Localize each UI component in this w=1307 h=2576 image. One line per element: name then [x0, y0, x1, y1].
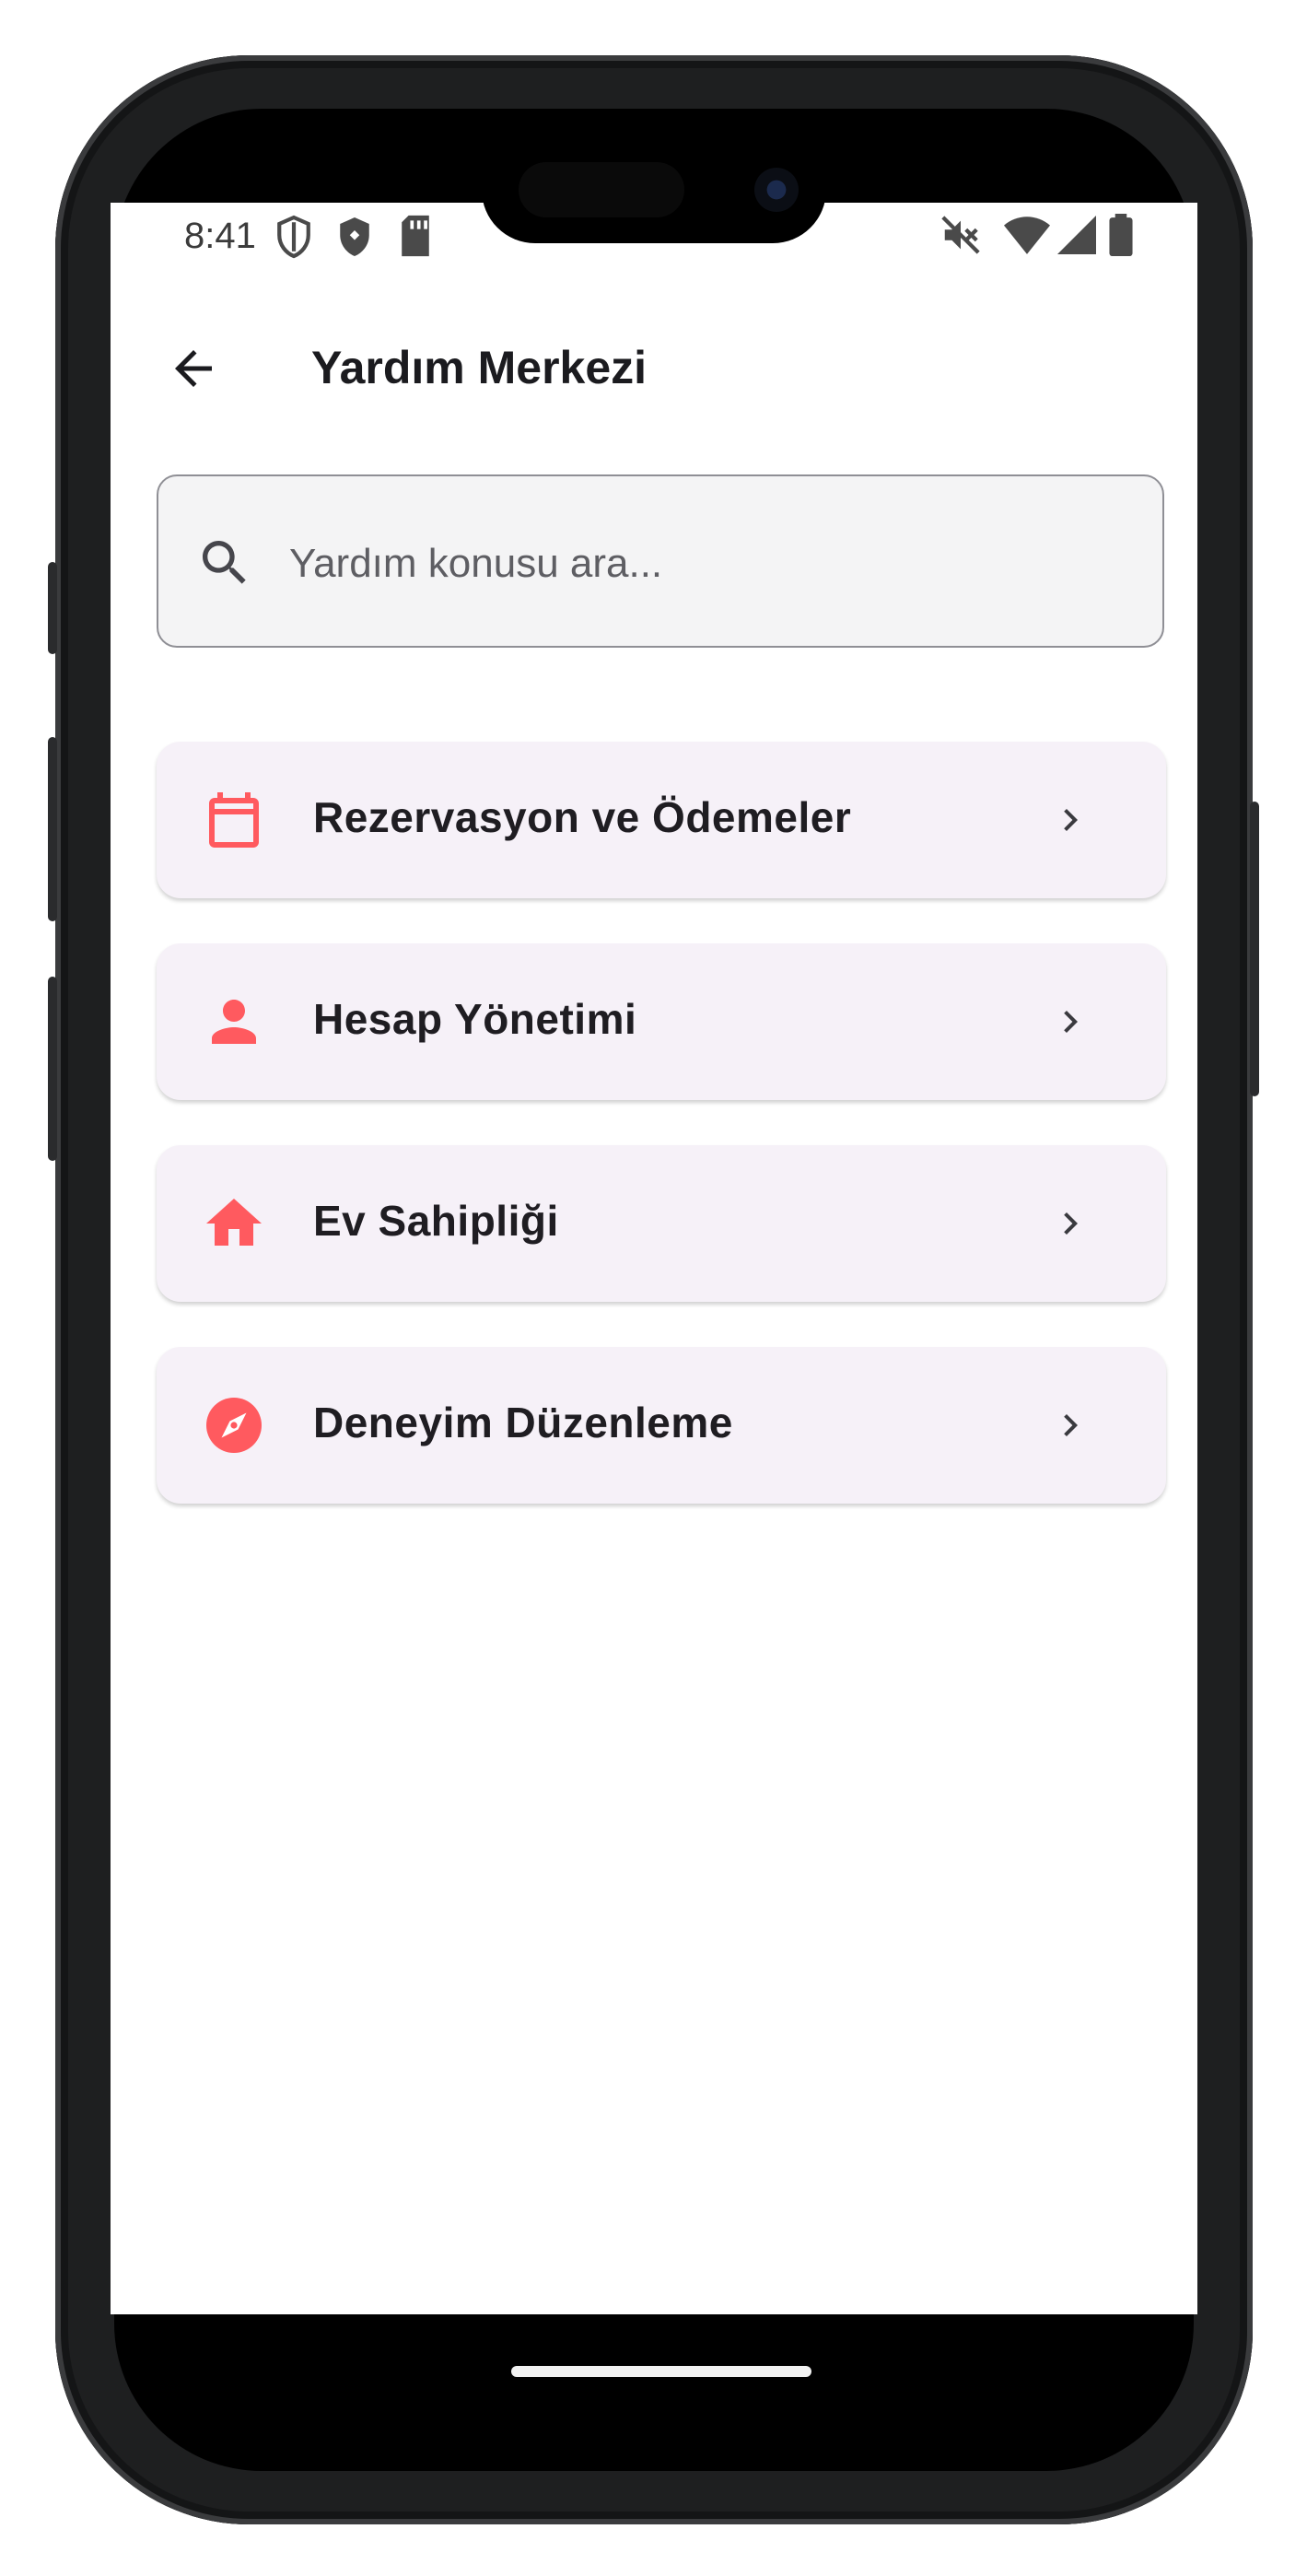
chevron-right-icon	[1064, 1414, 1078, 1436]
signal-icon	[1057, 216, 1096, 254]
help-topic-label: Ev Sahipliği	[313, 1197, 559, 1245]
mute-icon	[941, 216, 980, 254]
side-button-power	[1250, 802, 1259, 1096]
dynamic-island	[482, 136, 826, 243]
shield-filled-icon	[340, 217, 369, 256]
page-title: Yardım Merkezi	[311, 342, 648, 393]
sd-card-icon	[402, 215, 429, 257]
calendar-icon	[209, 792, 259, 848]
help-topic-hosting[interactable]: Ev Sahipliği	[157, 1145, 1166, 1302]
person-icon	[212, 1000, 256, 1044]
home-icon	[206, 1199, 262, 1246]
app-screen: 8:41 Yardım Merkezi Yardım konusu ara...…	[111, 203, 1197, 2314]
help-topic-label: Hesap Yönetimi	[313, 995, 637, 1043]
status-time: 8:41	[184, 216, 256, 256]
wifi-icon	[1004, 217, 1050, 254]
front-camera	[754, 168, 799, 212]
chevron-right-icon	[1064, 1212, 1078, 1235]
shield-outline-icon	[277, 215, 310, 259]
search-icon	[203, 541, 246, 584]
search-input[interactable]	[287, 513, 1120, 615]
back-button[interactable]	[157, 332, 230, 405]
island-sensor	[519, 162, 684, 217]
compass-icon	[206, 1398, 262, 1453]
side-button-volume-down	[48, 977, 57, 1161]
help-topic-account[interactable]: Hesap Yönetimi	[157, 943, 1166, 1100]
side-button-volume-up	[48, 737, 57, 921]
battery-icon	[1109, 214, 1133, 256]
help-topic-reservations[interactable]: Rezervasyon ve Ödemeler	[157, 742, 1166, 898]
help-topic-experience[interactable]: Deneyim Düzenleme	[157, 1347, 1166, 1504]
search-box[interactable]	[157, 474, 1164, 648]
help-topic-label: Rezervasyon ve Ödemeler	[313, 793, 852, 841]
app-bar: Yardım Merkezi	[111, 304, 1197, 424]
help-topic-label: Deneyim Düzenleme	[313, 1399, 733, 1446]
home-indicator[interactable]	[511, 2366, 811, 2377]
arrow-back-icon	[175, 350, 212, 387]
side-button-action	[48, 562, 57, 654]
chevron-right-icon	[1064, 809, 1078, 831]
chevron-right-icon	[1064, 1011, 1078, 1033]
